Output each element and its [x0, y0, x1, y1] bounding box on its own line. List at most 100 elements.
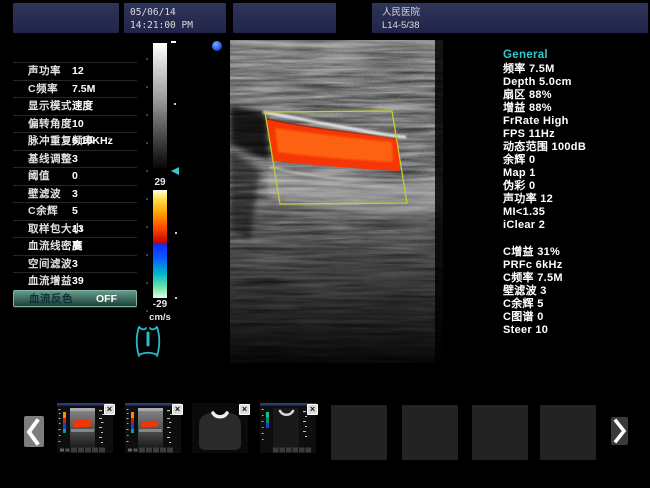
general-params: 频率 7.5MDepth 5.0cm扇区 88%增益 88%FrRate Hig…	[503, 63, 648, 232]
probe-label: L14-5/38	[372, 19, 648, 32]
scale-dot	[174, 103, 176, 105]
close-icon[interactable]: ×	[104, 404, 115, 415]
parameter-value: 0	[72, 168, 78, 185]
parameter-row[interactable]: 脉冲重复频率 6.10KHz	[13, 132, 137, 150]
probe-orientation-dot	[212, 41, 222, 51]
param-line: Depth 5.0cm	[503, 76, 648, 89]
filmstrip-prev-button[interactable]	[24, 416, 44, 447]
body-mark-icon	[132, 322, 164, 367]
param-line: 声功率 12	[503, 193, 648, 206]
param-line: 伪彩 0	[503, 180, 648, 193]
close-icon[interactable]: ×	[239, 404, 250, 415]
param-line: FrRate High	[503, 115, 648, 128]
ultrasound-ui: 05/06/14 14:21:00 PM 人民医院 L14-5/38 声功率 1…	[0, 0, 650, 488]
parameter-row[interactable]: 阈值 0	[13, 167, 137, 185]
param-line: C余辉 5	[503, 298, 648, 311]
chevron-right-icon	[612, 418, 628, 444]
parameter-row[interactable]: 基线调整 3	[13, 150, 137, 168]
param-line: 扇区 88%	[503, 89, 648, 102]
parameter-value: 3	[72, 151, 78, 168]
param-line: 壁滤波 3	[503, 285, 648, 298]
topbar-box-empty-2	[233, 3, 336, 33]
parameter-row[interactable]: 偏转角度 10	[13, 115, 137, 133]
param-line: MI<1.35	[503, 206, 648, 219]
parameter-label: 血流反色	[29, 291, 73, 308]
filmstrip-next-button[interactable]	[611, 417, 628, 445]
topbar-box-empty-1	[13, 3, 119, 33]
parameter-row[interactable]: 血流线密度 高	[13, 237, 137, 255]
topbar-datetime-box: 05/06/14 14:21:00 PM	[124, 3, 226, 33]
right-parameter-panel: General 频率 7.5MDepth 5.0cm扇区 88%增益 88%Fr…	[503, 49, 648, 337]
parameter-row[interactable]: 取样包大小 13	[13, 220, 137, 238]
param-line: iClear 2	[503, 219, 648, 232]
parameter-value: 6.10KHz	[72, 133, 113, 150]
parameter-label: 壁滤波	[28, 186, 61, 203]
thumbnail-bmode-2[interactable]: ×	[260, 403, 316, 453]
section-title: General	[503, 49, 648, 62]
parameter-row[interactable]: C频率 7.5M	[13, 80, 137, 98]
param-line: C增益 31%	[503, 246, 648, 259]
parameter-label: 偏转角度	[28, 116, 72, 133]
filmstrip-empty-slot	[331, 405, 387, 460]
param-line: 动态范围 100dB	[503, 141, 648, 154]
date-text: 05/06/14	[124, 3, 226, 19]
ultrasound-image-area[interactable]	[230, 40, 443, 363]
thumbnail-doppler-1[interactable]: ×	[57, 403, 113, 453]
parameter-value: 10	[72, 116, 84, 133]
param-line: C频率 7.5M	[503, 272, 648, 285]
parameter-label: 基线调整	[28, 151, 72, 168]
param-line: C图谱 0	[503, 311, 648, 324]
gain-marker	[171, 41, 176, 43]
velocity-max-label: 29	[141, 177, 179, 188]
grayscale-bar	[153, 43, 167, 168]
parameter-row[interactable]: 血流增益 39	[13, 272, 137, 290]
scale-dot	[175, 232, 177, 234]
parameter-row[interactable]: 显示模式 速度	[13, 97, 137, 115]
thumbnail-bmode-1[interactable]: ×	[192, 403, 248, 453]
param-line: Map 1	[503, 167, 648, 180]
param-line: 增益 88%	[503, 102, 648, 115]
filmstrip-empty-slot	[472, 405, 528, 460]
filmstrip-empty-slot	[540, 405, 596, 460]
parameter-label: 空间滤波	[28, 256, 72, 273]
param-line: PRFc 6kHz	[503, 259, 648, 272]
left-parameter-panel: 声功率 12 C频率 7.5M 显示模式 速度 偏转角度 10 脉冲重复频率 6…	[13, 62, 137, 308]
parameter-value: 13	[72, 221, 84, 238]
parameter-value: 39	[72, 273, 84, 290]
param-line: 余辉 0	[503, 154, 648, 167]
ruler-ticks	[146, 58, 148, 330]
thumbnail-doppler-2[interactable]: ×	[125, 403, 181, 453]
doppler-colorbar	[153, 190, 167, 298]
parameter-label: 显示模式	[28, 98, 72, 115]
parameter-row[interactable]: C余辉 5	[13, 202, 137, 220]
param-line: FPS 11Hz	[503, 128, 648, 141]
param-line: Steer 10	[503, 324, 648, 337]
parameter-value: 3	[72, 186, 78, 203]
hospital-name: 人民医院	[372, 3, 648, 19]
parameter-value: 5	[72, 203, 78, 220]
parameter-label: 阈值	[28, 168, 50, 185]
parameter-row[interactable]: 血流反色 OFF	[13, 290, 137, 308]
ultrasound-image	[230, 40, 443, 363]
parameter-label: C频率	[28, 81, 58, 98]
param-line: 频率 7.5M	[503, 63, 648, 76]
parameter-value: OFF	[96, 291, 117, 308]
topbar-hospital-box: 人民医院 L14-5/38	[372, 3, 648, 33]
parameter-row[interactable]: 声功率 12	[13, 62, 137, 80]
parameter-label: 血流增益	[28, 273, 72, 290]
chevron-left-icon	[25, 418, 43, 446]
parameter-label: 声功率	[28, 63, 61, 80]
parameter-value: 高	[72, 238, 83, 255]
parameter-value: 7.5M	[72, 81, 95, 98]
parameter-value: 速度	[72, 98, 93, 115]
color-params: C增益 31%PRFc 6kHzC频率 7.5M壁滤波 3C余辉 5C图谱 0S…	[503, 246, 648, 337]
close-icon[interactable]: ×	[172, 404, 183, 415]
parameter-row[interactable]: 壁滤波 3	[13, 185, 137, 203]
parameter-value: 3	[72, 256, 78, 273]
parameter-row[interactable]: 空间滤波 3	[13, 255, 137, 273]
parameter-value: 12	[72, 63, 84, 80]
time-text: 14:21:00 PM	[124, 19, 226, 32]
close-icon[interactable]: ×	[307, 404, 318, 415]
filmstrip-empty-slot	[402, 405, 458, 460]
parameter-label: C余辉	[28, 203, 58, 220]
